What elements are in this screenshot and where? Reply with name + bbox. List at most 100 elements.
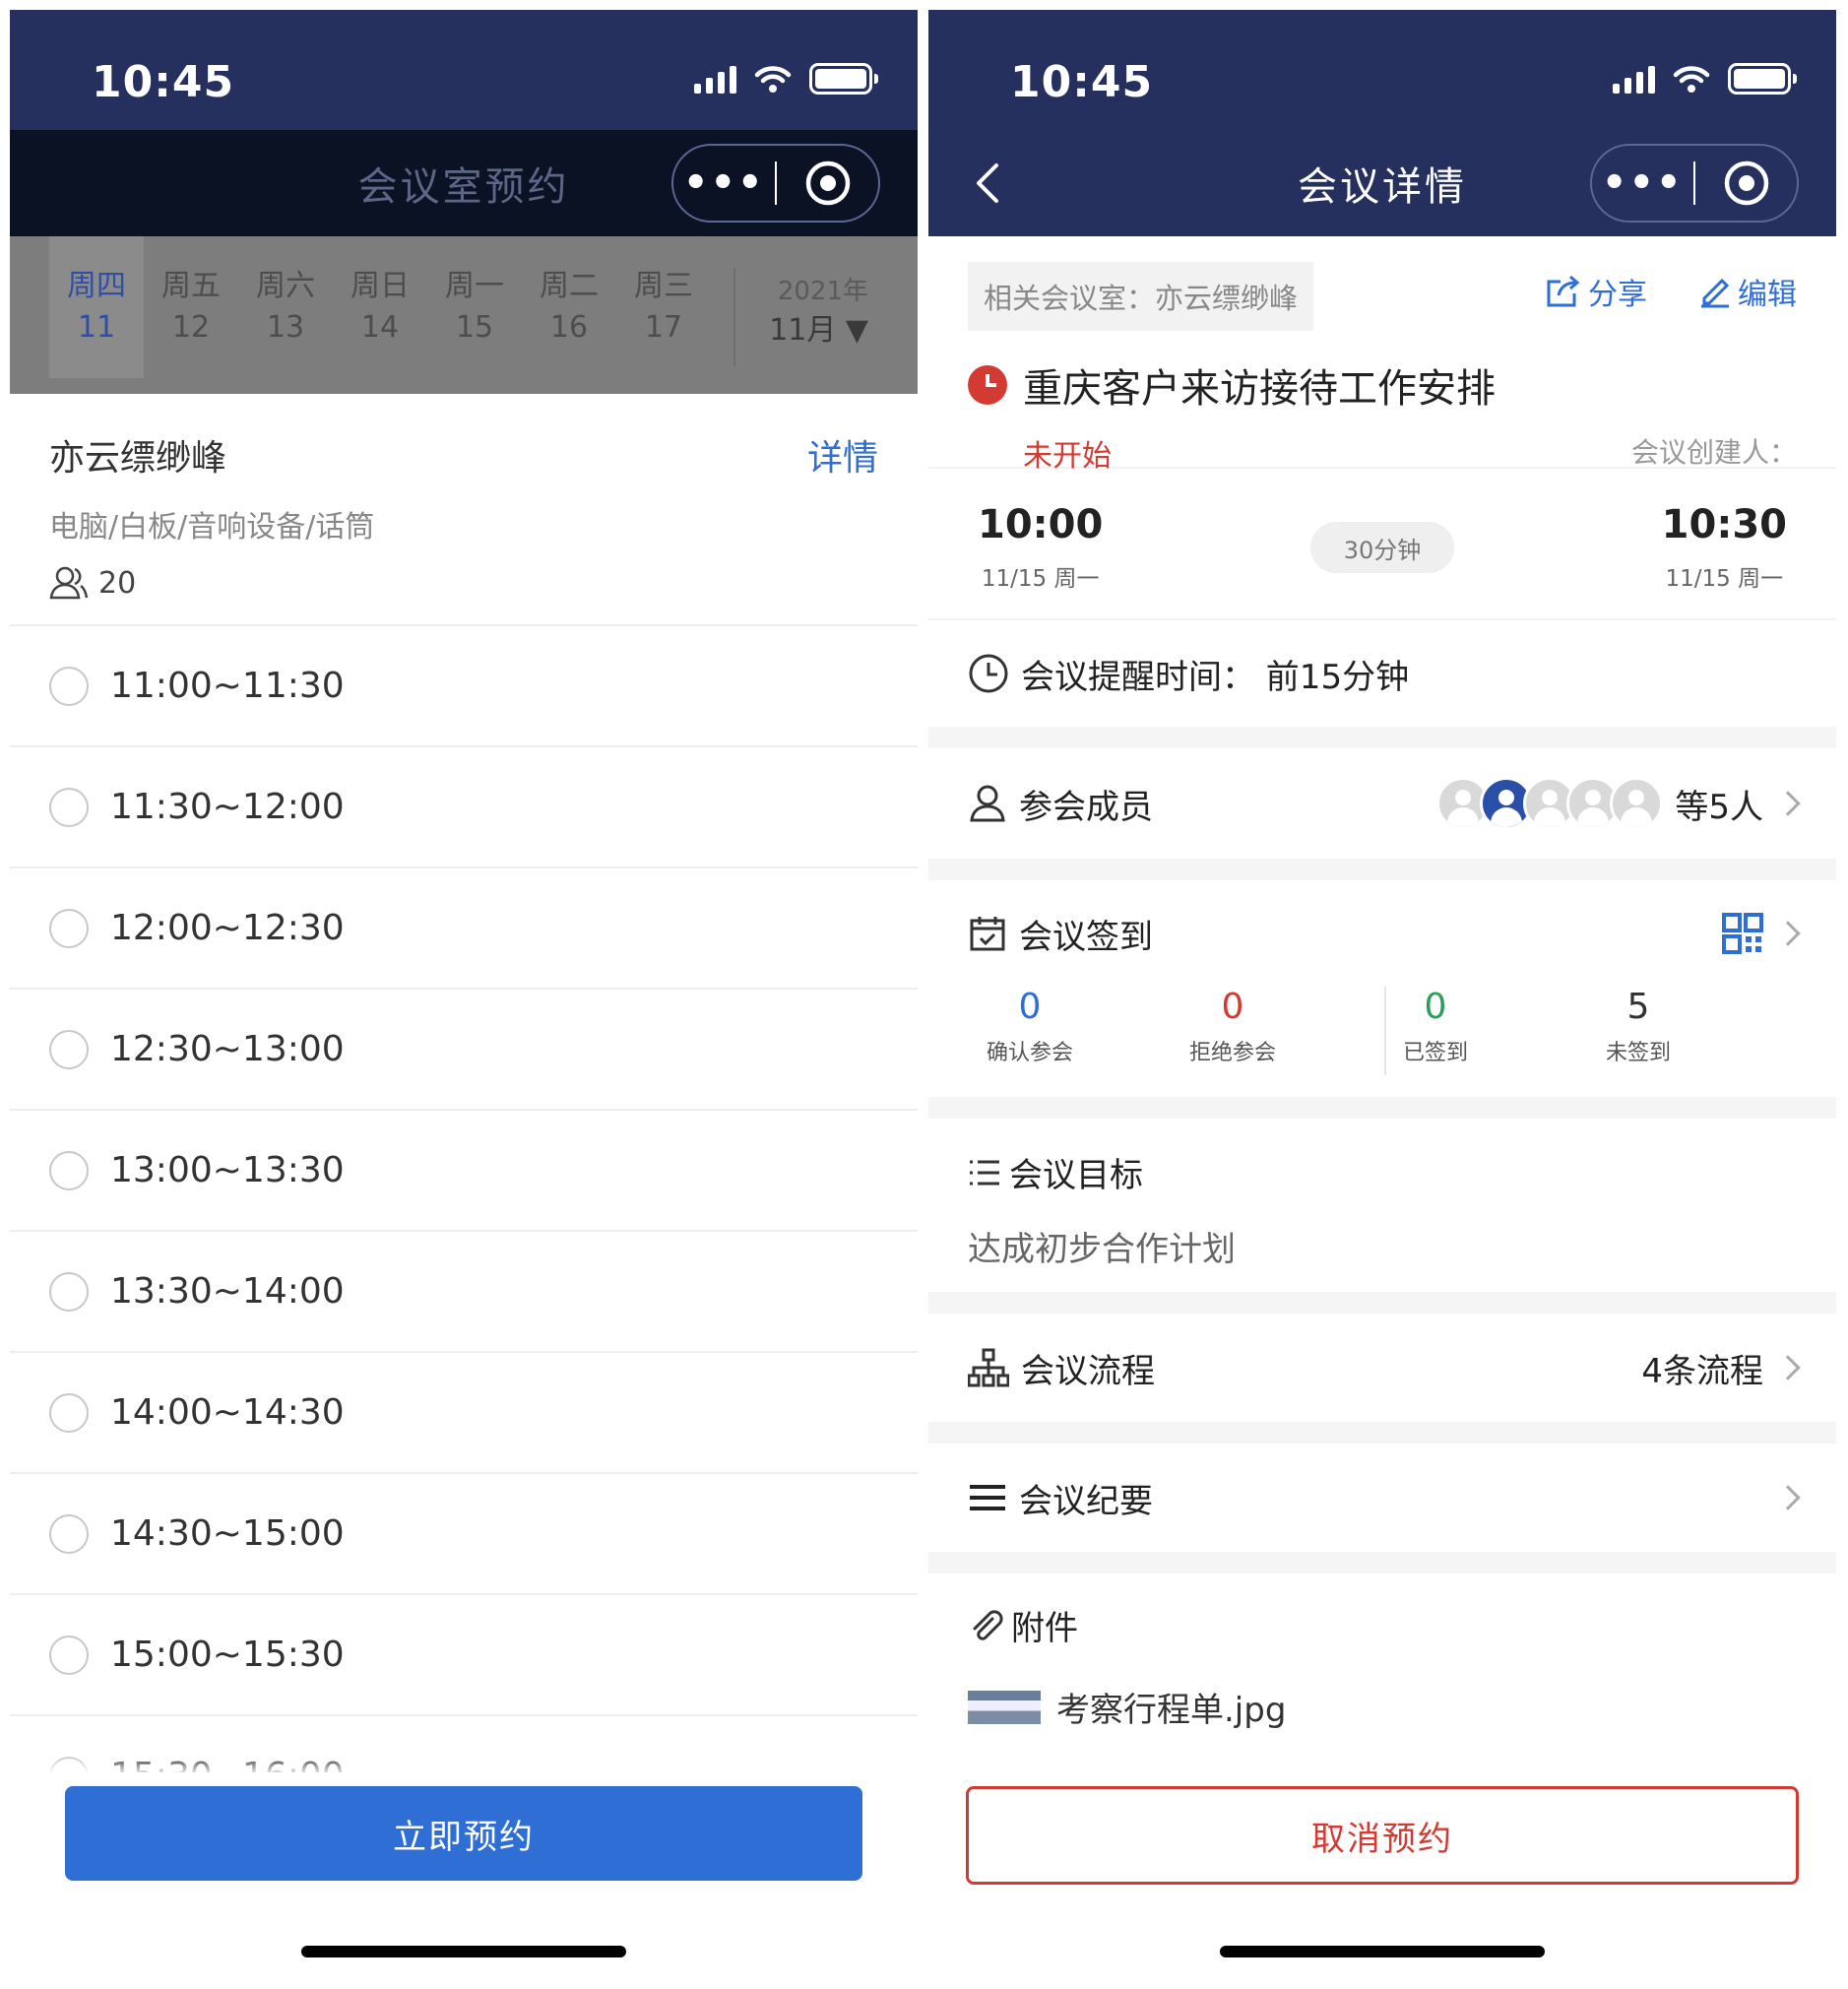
time-slot[interactable]: 11:00~11:30 [10,626,918,747]
radio-icon[interactable] [49,1271,89,1312]
attachment-file[interactable]: 考察行程单.jpg [968,1683,1797,1731]
close-target-icon[interactable] [777,160,878,207]
year-label: 2021年 [777,277,868,306]
file-thumbnail [968,1690,1041,1724]
radio-icon[interactable] [49,1635,89,1675]
home-indicator [301,1946,626,1957]
time-slot[interactable]: 13:00~13:30 [10,1111,918,1232]
qr-code-icon[interactable] [1722,913,1763,954]
room-equipment: 电脑/白板/音响设备/话筒 [49,510,375,545]
mini-program-capsule: ••• [671,144,880,223]
checkin-row[interactable]: 会议签到 [928,880,1836,987]
share-icon [1547,275,1580,307]
process-row[interactable]: 会议流程 4条流程 [928,1314,1836,1422]
room-detail-link[interactable]: 详情 [807,429,878,481]
menu-icon [970,1485,1005,1510]
end-time: 10:30 [1661,502,1787,547]
time-slot[interactable]: 15:00~15:30 [10,1595,918,1716]
edit-button[interactable]: 编辑 [1698,270,1797,313]
wifi-icon [754,66,792,93]
day-item[interactable]: 周三 17 [616,236,711,378]
reminder-text: 会议提醒时间： 前15分钟 [1021,657,1410,697]
meeting-time: 10:00 11/15 周一 30分钟 10:30 11/15 周一 [928,469,1836,620]
minutes-label: 会议纪要 [1019,1481,1153,1521]
process-count: 4条流程 [1641,1351,1763,1391]
related-room-tag: 相关会议室：亦云缥缈峰 [968,262,1314,331]
room-info: 亦云缥缈峰 详情 电脑/白板/音响设备/话筒 20 [10,394,918,626]
room-name: 亦云缥缈峰 [49,438,227,479]
month-picker[interactable]: 2021年 11月 ▼ [769,272,868,351]
signal-icon [694,64,736,94]
time-slot[interactable]: 13:30~14:00 [10,1232,918,1353]
start-time: 10:00 [978,502,1104,547]
day-item[interactable]: 周六 13 [238,236,333,378]
chevron-right-icon [1775,1485,1801,1510]
book-now-button[interactable]: 立即预约 [65,1786,862,1881]
time-slot[interactable]: 12:00~12:30 [10,868,918,990]
day-item[interactable]: 周二 16 [522,236,616,378]
clock-icon [969,654,1008,693]
more-icon[interactable]: ••• [1592,160,1693,206]
chevron-right-icon [1775,921,1801,946]
goal-section: 会议目标 达成初步合作计划 [928,1119,1836,1292]
meeting-header: 相关会议室：亦云缥缈峰 分享 编辑 重庆客户来访接待工作安排 未开始 会议创建人… [928,236,1836,474]
pencil-icon [1701,278,1730,308]
people-icon [49,566,89,600]
radio-icon[interactable] [49,908,89,948]
status-clock-icon [968,365,1007,405]
radio-icon[interactable] [49,1150,89,1190]
month-label: 11月 [769,313,837,348]
stat-signed-in[interactable]: 0 已签到 [1334,987,1537,1097]
end-date: 11/15 周一 [1665,566,1784,592]
flowchart-icon [968,1348,1009,1387]
radio-icon[interactable] [49,1029,89,1069]
time-slot[interactable]: 12:30~13:00 [10,990,918,1111]
time-slot[interactable]: 14:00~14:30 [10,1353,918,1474]
calendar-check-icon [970,917,1005,951]
nav-bar: 会议详情 ••• [928,130,1836,236]
stat-confirmed[interactable]: 0 确认参会 [928,987,1131,1097]
signal-icon [1613,64,1655,94]
nav-bar: 会议室预约 ••• [10,130,918,236]
bottom-action-bar: 立即预约 [10,1772,918,1977]
booking-screen: 10:45 会议室预约 ••• 周四 11 周五 12 周六 13 周日 14 周一 15… [10,10,918,1977]
more-icon[interactable]: ••• [673,160,775,206]
radio-icon[interactable] [49,1513,89,1554]
status-time: 10:45 [92,57,235,107]
start-date: 11/15 周一 [981,566,1100,592]
stat-declined[interactable]: 0 拒绝参会 [1131,987,1334,1097]
back-arrow-icon[interactable] [958,154,1017,213]
battery-icon [809,63,878,95]
time-slot[interactable]: 14:30~15:00 [10,1474,918,1595]
day-item[interactable]: 周一 15 [427,236,522,378]
radio-icon[interactable] [49,787,89,827]
stat-not-signed-in[interactable]: 5 未签到 [1537,987,1740,1097]
page-title: 会议详情 [1298,164,1467,210]
radio-icon[interactable] [49,1392,89,1433]
time-slot-list: 11:00~11:30 11:30~12:00 12:00~12:30 12:3… [10,626,918,1837]
checkin-label: 会议签到 [1019,917,1153,957]
minutes-row[interactable]: 会议纪要 [928,1444,1836,1552]
day-item[interactable]: 周四 11 [49,236,144,378]
goal-label: 会议目标 [1009,1156,1143,1195]
status-time: 10:45 [1010,57,1154,107]
meeting-detail-screen: 10:45 会议详情 ••• 相关会议室：亦云缥缈峰 分享 编辑 重庆客户来访接… [928,10,1836,1977]
room-capacity: 20 [98,565,137,601]
time-slot[interactable]: 11:30~12:00 [10,747,918,868]
day-item[interactable]: 周日 14 [333,236,427,378]
attachment-filename: 考察行程单.jpg [1056,1691,1287,1730]
day-item[interactable]: 周五 12 [144,236,238,378]
home-indicator [1220,1946,1545,1957]
list-icon [970,1160,999,1185]
cancel-booking-button[interactable]: 取消预约 [966,1786,1799,1885]
share-button[interactable]: 分享 [1545,270,1647,313]
radio-icon[interactable] [49,666,89,706]
close-target-icon[interactable] [1695,160,1797,207]
mini-program-capsule: ••• [1590,144,1799,223]
avatar [1610,777,1664,830]
reminder-row: 会议提醒时间： 前15分钟 [928,620,1836,727]
wifi-icon [1673,66,1710,93]
person-icon [970,785,1005,822]
members-row[interactable]: 参会成员 等5人 [928,748,1836,859]
battery-icon [1728,63,1797,95]
